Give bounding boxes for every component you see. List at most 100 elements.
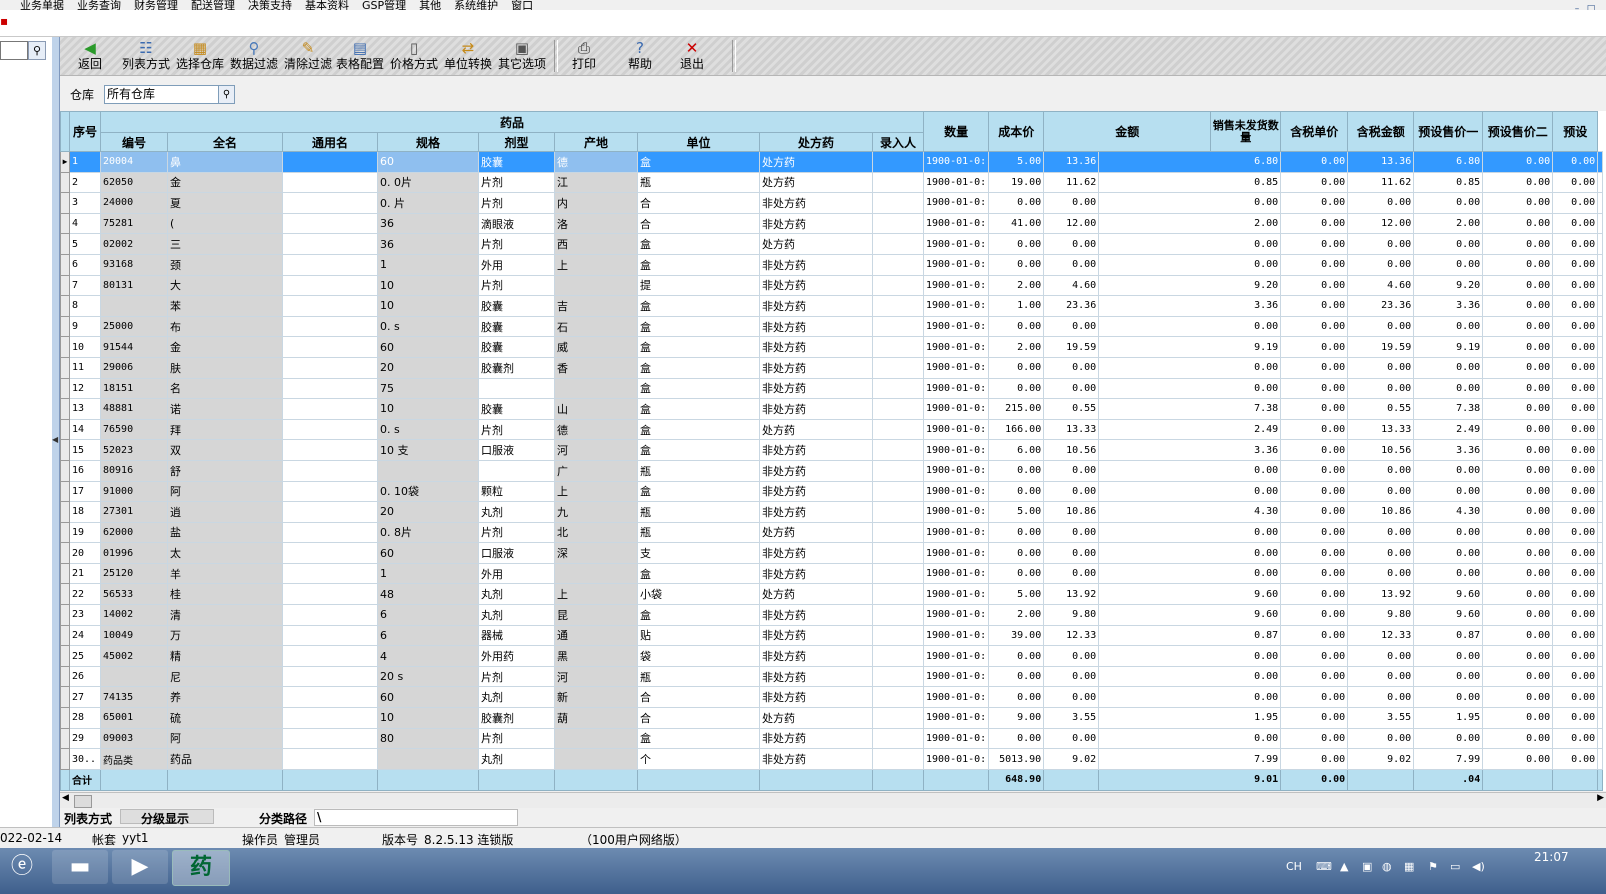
cell-cost[interactable]: 0.00 bbox=[1043, 686, 1100, 709]
cell-entry-time[interactable]: 1900-01-0: bbox=[922, 253, 990, 276]
cell-name[interactable]: ( bbox=[167, 212, 283, 235]
cell-tax-price[interactable]: 0.00 bbox=[1347, 356, 1415, 379]
cell-code[interactable]: 药品类 bbox=[100, 748, 168, 770]
cell-generic[interactable] bbox=[282, 233, 378, 255]
cell-preset3[interactable] bbox=[1597, 336, 1604, 358]
table-row[interactable]: 20 01996 太 60 口服液深支非处方药 1900-01-0: 0.00 0.00 0.0… bbox=[60, 542, 1604, 564]
cell-tax-amount[interactable]: 0.00 bbox=[1413, 233, 1484, 255]
cell-name[interactable]: 拜 bbox=[167, 418, 283, 441]
cell-tax-amount[interactable]: 0.00 bbox=[1413, 356, 1484, 379]
cell-entry-time[interactable]: 1900-01-0: bbox=[922, 604, 990, 626]
cell-name[interactable]: 名 bbox=[167, 377, 283, 400]
cell-preset2[interactable]: 0.00 bbox=[1552, 459, 1599, 482]
cell-tax-amount[interactable]: 0.00 bbox=[1413, 562, 1484, 585]
cell-generic[interactable] bbox=[282, 336, 378, 358]
menu-item-9[interactable]: 窗口 bbox=[511, 0, 533, 10]
cell-code[interactable]: 75281 bbox=[100, 212, 168, 235]
cell-code[interactable]: 27301 bbox=[100, 501, 168, 523]
cell-form[interactable]: 外用 bbox=[478, 253, 555, 276]
cell-entry[interactable] bbox=[872, 459, 924, 482]
cell-spec[interactable]: 10 支 bbox=[377, 439, 479, 461]
cell-spec[interactable]: 20 s bbox=[377, 665, 479, 688]
cell-tax-amount[interactable]: 0.00 bbox=[1413, 480, 1484, 503]
cell-qty[interactable]: 166.00 bbox=[988, 418, 1045, 441]
cell-preset1[interactable]: 0.00 bbox=[1482, 480, 1554, 503]
cell-amount[interactable]: 0.00 bbox=[1098, 315, 1282, 338]
cell-preset2[interactable]: 0.00 bbox=[1552, 727, 1599, 750]
cell-unshipped[interactable]: 0.00 bbox=[1280, 501, 1349, 523]
table-row[interactable]: 27 74135 养 60 丸剂新合非处方药 1900-01-0: 0.00 0.00 0.00… bbox=[60, 686, 1604, 709]
cell-generic[interactable] bbox=[282, 562, 378, 585]
cell-origin[interactable]: 德 bbox=[554, 151, 638, 173]
cell-unit[interactable]: 合 bbox=[637, 707, 760, 729]
cell-code[interactable]: 18151 bbox=[100, 377, 168, 400]
cell-entry-time[interactable]: 1900-01-0: bbox=[922, 336, 990, 358]
cell-entry-time[interactable]: 1900-01-0: bbox=[922, 377, 990, 400]
cell-seq[interactable]: 20 bbox=[69, 542, 101, 564]
cell-preset1[interactable]: 0.00 bbox=[1482, 583, 1554, 606]
table-row[interactable]: 8 苯 10 胶囊吉盒非处方药 1900-01-0: 1.00 23.36 3.36 0.00 2… bbox=[60, 295, 1604, 317]
cell-tax-price[interactable]: 9.80 bbox=[1347, 604, 1415, 626]
cell-entry[interactable] bbox=[872, 377, 924, 400]
cell-name[interactable]: 太 bbox=[167, 542, 283, 564]
cell-entry-time[interactable]: 1900-01-0: bbox=[922, 295, 990, 317]
col-taxamount-header[interactable]: 含税金额 bbox=[1347, 111, 1415, 152]
cell-preset3[interactable] bbox=[1597, 583, 1604, 606]
cell-seq[interactable]: 21 bbox=[69, 562, 101, 585]
cell-unshipped[interactable]: 0.00 bbox=[1280, 686, 1349, 709]
cell-preset2[interactable]: 0.00 bbox=[1552, 315, 1599, 338]
cell-tax-amount[interactable]: 9.20 bbox=[1413, 274, 1484, 297]
col-cost-header[interactable]: 成本价 bbox=[988, 111, 1045, 152]
cell-name[interactable]: 桂 bbox=[167, 583, 283, 606]
cell-origin[interactable]: 深 bbox=[554, 542, 638, 564]
cell-tax-price[interactable]: 9.02 bbox=[1347, 748, 1415, 770]
cell-preset1[interactable]: 0.00 bbox=[1482, 665, 1554, 688]
cell-unit[interactable]: 瓶 bbox=[637, 501, 760, 523]
cell-unit[interactable]: 盒 bbox=[637, 377, 760, 400]
cell-qty[interactable]: 1.00 bbox=[988, 295, 1045, 317]
cell-code[interactable] bbox=[100, 295, 168, 317]
cell-entry[interactable] bbox=[872, 645, 924, 667]
table-row[interactable]: 29 09003 阿 80 片剂盒非处方药 1900-01-0: 0.00 0.00 0.00 0… bbox=[60, 727, 1604, 750]
cell-entry[interactable] bbox=[872, 295, 924, 317]
cell-preset2[interactable]: 0.00 bbox=[1552, 192, 1599, 214]
cell-generic[interactable] bbox=[282, 645, 378, 667]
cell-tax-amount[interactable]: 0.00 bbox=[1413, 377, 1484, 400]
cell-preset1[interactable]: 0.00 bbox=[1482, 501, 1554, 523]
cell-unshipped[interactable]: 0.00 bbox=[1280, 418, 1349, 441]
cell-tax-price[interactable]: 0.00 bbox=[1347, 542, 1415, 564]
cell-amount[interactable]: 0.00 bbox=[1098, 727, 1282, 750]
toolbar-button-1[interactable]: ☷ 列表方式 bbox=[122, 37, 170, 75]
cell-preset1[interactable]: 0.00 bbox=[1482, 212, 1554, 235]
cell-entry-time[interactable]: 1900-01-0: bbox=[922, 583, 990, 606]
cell-entry-time[interactable]: 1900-01-0: bbox=[922, 274, 990, 297]
col-rx-header[interactable]: 处方药 bbox=[759, 132, 873, 152]
cell-unshipped[interactable]: 0.00 bbox=[1280, 542, 1349, 564]
cell-entry[interactable] bbox=[872, 665, 924, 688]
cell-cost[interactable]: 3.55 bbox=[1043, 707, 1100, 729]
volume-icon[interactable]: ◀) bbox=[1472, 860, 1485, 873]
cell-tax-amount[interactable]: 0.00 bbox=[1413, 645, 1484, 667]
cell-preset1[interactable]: 0.00 bbox=[1482, 171, 1554, 194]
tray-app-icon[interactable]: ◍ bbox=[1382, 860, 1392, 873]
cell-entry-time[interactable]: 1900-01-0: bbox=[922, 459, 990, 482]
cell-tax-price[interactable]: 0.00 bbox=[1347, 480, 1415, 503]
cell-preset3[interactable] bbox=[1597, 233, 1604, 255]
cell-seq[interactable]: 15 bbox=[69, 439, 101, 461]
cell-seq[interactable]: 30.. bbox=[69, 748, 101, 770]
cell-amount[interactable]: 2.00 bbox=[1098, 212, 1282, 235]
cell-preset2[interactable]: 0.00 bbox=[1552, 645, 1599, 667]
table-row[interactable]: 21 25120 羊 1 外用盒非处方药 1900-01-0: 0.00 0.00 0.00 0.… bbox=[60, 562, 1604, 585]
cell-amount[interactable]: 0.00 bbox=[1098, 686, 1282, 709]
cell-amount[interactable]: 0.87 bbox=[1098, 624, 1282, 647]
cell-qty[interactable]: 0.00 bbox=[988, 233, 1045, 255]
cell-preset2[interactable]: 0.00 bbox=[1552, 274, 1599, 297]
cell-preset2[interactable]: 0.00 bbox=[1552, 583, 1599, 606]
cell-qty[interactable]: 0.00 bbox=[988, 315, 1045, 338]
cell-preset1[interactable]: 0.00 bbox=[1482, 336, 1554, 358]
cell-code[interactable]: 80131 bbox=[100, 274, 168, 297]
cell-origin[interactable]: 新 bbox=[554, 686, 638, 709]
search-icon[interactable]: ⚲ bbox=[28, 41, 46, 60]
cell-amount[interactable]: 0.00 bbox=[1098, 480, 1282, 503]
cell-rx[interactable]: 非处方药 bbox=[759, 356, 873, 379]
